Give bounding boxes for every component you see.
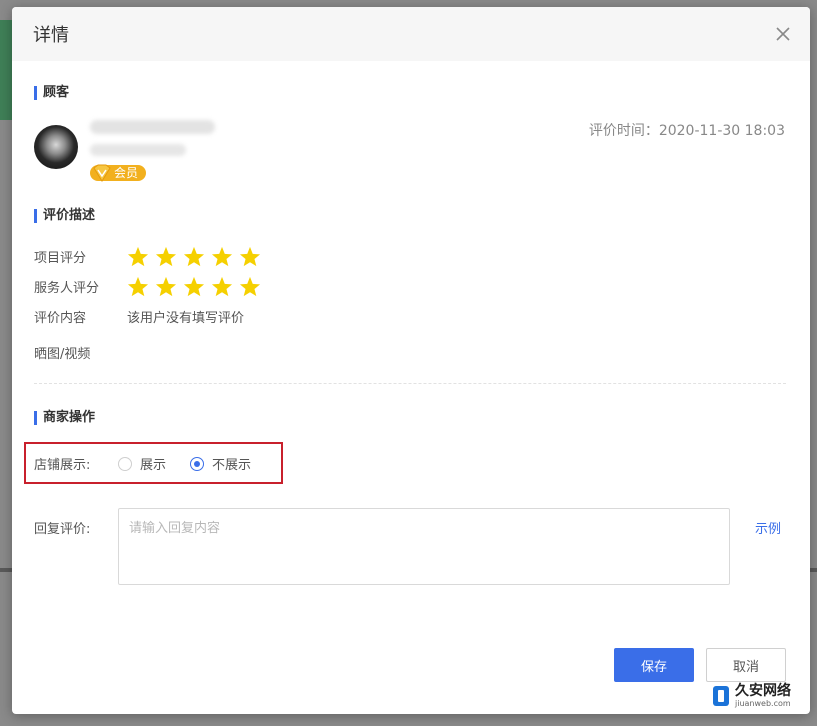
project-rating-label: 项目评分	[34, 251, 87, 266]
star-icon	[127, 246, 149, 267]
radio-show[interactable]: 展示	[118, 454, 166, 473]
section-title-merchant: 商家操作	[34, 410, 95, 426]
radio-hide-label: 不展示	[212, 458, 252, 473]
reply-label: 回复评价:	[34, 522, 91, 537]
star-icon	[211, 246, 233, 267]
example-link[interactable]: 示例	[755, 518, 781, 537]
radio-hide[interactable]: 不展示	[190, 454, 251, 473]
star-icon	[183, 276, 205, 297]
customer-phone-blurred	[90, 144, 186, 156]
star-icon	[155, 246, 177, 267]
star-icon	[239, 246, 261, 267]
avatar[interactable]	[34, 125, 78, 169]
section-title-review: 评价描述	[34, 208, 95, 224]
customer-name-blurred	[90, 120, 215, 134]
star-icon	[155, 276, 177, 297]
radio-button-checked[interactable]	[190, 456, 204, 471]
section-title-customer: 顾客	[34, 85, 69, 101]
staff-rating-label: 服务人评分	[34, 281, 100, 296]
cancel-button[interactable]: 取消	[706, 648, 786, 682]
radio-show-label: 展示	[140, 458, 167, 473]
member-badge: 会员	[90, 164, 147, 182]
review-content-value: 该用户没有填写评价	[127, 311, 245, 326]
watermark: 久安网络 jiuanweb.com	[711, 684, 791, 708]
star-icon	[239, 276, 261, 297]
watermark-logo-icon	[711, 684, 731, 708]
media-label: 晒图/视频	[34, 347, 91, 362]
review-content-label: 评价内容	[34, 311, 87, 326]
star-icon	[127, 276, 149, 297]
close-icon[interactable]	[772, 23, 794, 45]
reply-textarea[interactable]	[118, 508, 730, 585]
save-button[interactable]: 保存	[614, 648, 694, 682]
vip-icon	[92, 164, 112, 186]
review-time: 评价时间：2020-11-30 18:03	[588, 123, 785, 139]
star-icon	[211, 276, 233, 297]
project-rating-stars	[127, 246, 261, 267]
watermark-text: 久安网络	[735, 683, 791, 699]
staff-rating-stars	[127, 276, 261, 297]
shop-display-label: 店铺展示:	[34, 458, 91, 473]
member-badge-label: 会员	[114, 166, 139, 180]
dialog-title: 详情	[33, 25, 69, 46]
detail-dialog: 详情 顾客 会员 评价时间：2020-11-30 18:03 评价描述 项目评分…	[12, 7, 810, 714]
divider	[34, 383, 786, 384]
watermark-url: jiuanweb.com	[735, 699, 791, 708]
dialog-header: 详情	[12, 7, 810, 61]
radio-button[interactable]	[118, 456, 132, 471]
star-icon	[183, 246, 205, 267]
